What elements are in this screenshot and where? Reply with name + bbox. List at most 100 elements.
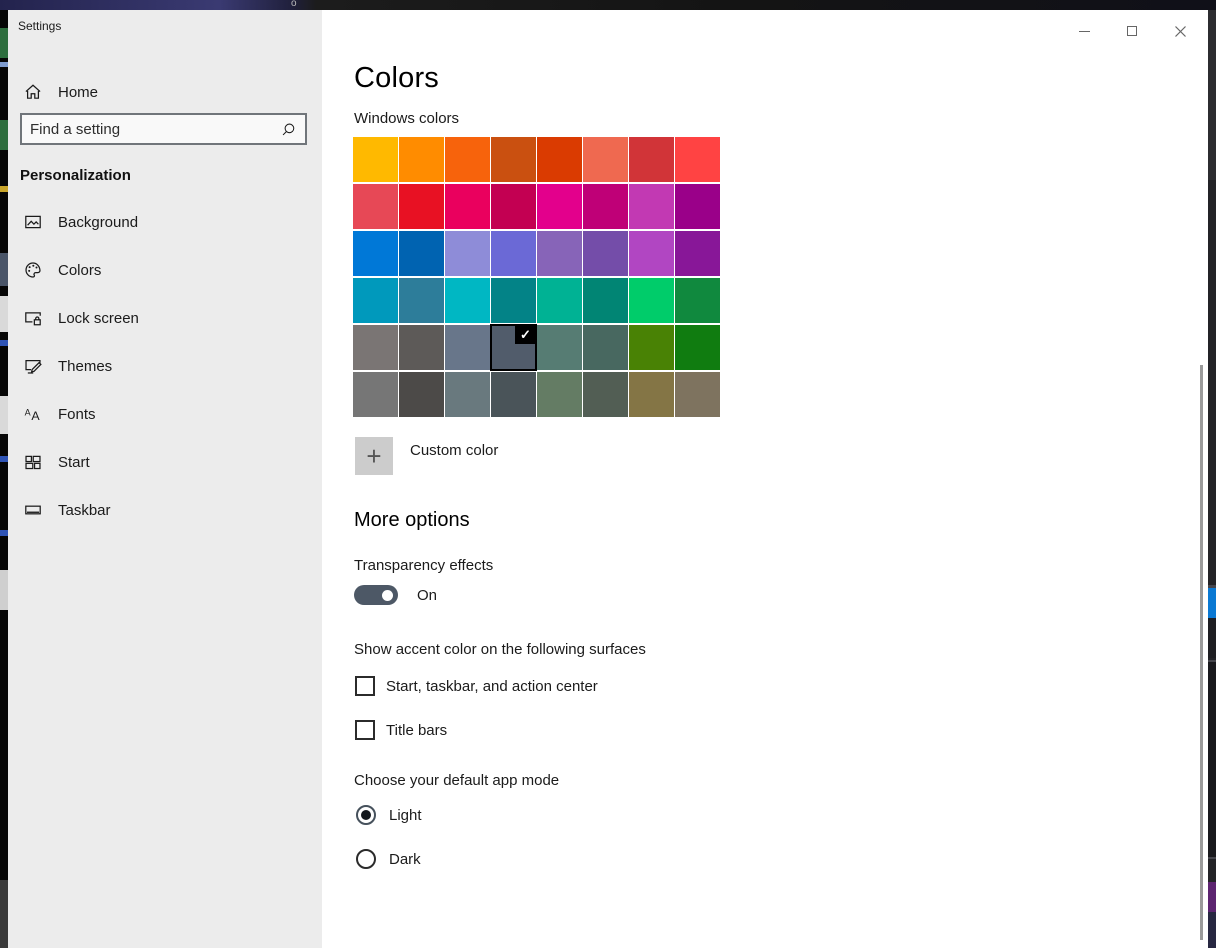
radio-icon[interactable] bbox=[356, 805, 376, 825]
sidebar-item-lock-screen[interactable]: Lock screen bbox=[8, 298, 322, 338]
maximize-button[interactable] bbox=[1118, 20, 1146, 42]
color-swatch[interactable] bbox=[353, 184, 398, 229]
desktop-fragment bbox=[1208, 588, 1216, 618]
color-swatch[interactable] bbox=[537, 137, 582, 182]
color-swatch[interactable] bbox=[629, 278, 674, 323]
custom-color-button[interactable]: + Custom color bbox=[355, 437, 498, 475]
color-swatch[interactable] bbox=[399, 231, 444, 276]
color-swatch[interactable] bbox=[445, 325, 490, 370]
color-swatch[interactable] bbox=[445, 137, 490, 182]
color-swatch[interactable] bbox=[399, 278, 444, 323]
color-swatch[interactable] bbox=[675, 231, 720, 276]
color-swatch[interactable] bbox=[353, 325, 398, 370]
color-swatch[interactable] bbox=[491, 231, 536, 276]
sidebar-item-fonts[interactable]: A A Fonts bbox=[8, 394, 322, 434]
sidebar-item-label: Background bbox=[58, 214, 138, 231]
checkbox-icon[interactable] bbox=[355, 720, 375, 740]
sidebar: Settings Home Personalization bbox=[8, 10, 322, 948]
sidebar-item-label: Start bbox=[58, 454, 90, 471]
desktop-fragment bbox=[0, 62, 8, 67]
main-content: Colors Windows colors ✓ + Custom color M… bbox=[322, 10, 1208, 948]
sidebar-item-start[interactable]: Start bbox=[8, 442, 322, 482]
color-swatch[interactable] bbox=[583, 231, 628, 276]
color-swatch[interactable] bbox=[583, 278, 628, 323]
sidebar-item-colors[interactable]: Colors bbox=[8, 250, 322, 290]
sidebar-item-home[interactable]: Home bbox=[8, 72, 322, 112]
color-swatch[interactable] bbox=[445, 184, 490, 229]
transparency-toggle[interactable] bbox=[354, 585, 398, 605]
themes-icon bbox=[24, 357, 42, 375]
color-swatch[interactable] bbox=[353, 231, 398, 276]
color-swatch[interactable] bbox=[675, 137, 720, 182]
color-swatch[interactable] bbox=[353, 137, 398, 182]
sidebar-item-label: Themes bbox=[58, 358, 112, 375]
settings-window: Settings Home Personalization bbox=[8, 10, 1208, 948]
color-swatch[interactable] bbox=[537, 278, 582, 323]
color-swatch[interactable] bbox=[675, 372, 720, 417]
desktop-fragment bbox=[0, 253, 8, 286]
more-options-header: More options bbox=[354, 509, 470, 532]
color-swatch[interactable] bbox=[445, 231, 490, 276]
sidebar-section-personalization: Personalization bbox=[20, 167, 131, 184]
sidebar-item-background[interactable]: Background bbox=[8, 202, 322, 242]
sidebar-item-label: Home bbox=[58, 84, 98, 101]
window-controls bbox=[1070, 20, 1194, 42]
color-swatch[interactable] bbox=[399, 325, 444, 370]
color-swatch[interactable] bbox=[399, 372, 444, 417]
color-swatch[interactable] bbox=[353, 372, 398, 417]
close-icon bbox=[1175, 26, 1186, 37]
radio-light[interactable]: Light bbox=[356, 805, 422, 825]
color-swatch[interactable] bbox=[583, 325, 628, 370]
search-box[interactable] bbox=[20, 113, 307, 145]
desktop-fragment bbox=[0, 456, 8, 462]
color-swatch[interactable]: ✓ bbox=[491, 325, 536, 370]
color-swatch[interactable] bbox=[675, 184, 720, 229]
color-swatch[interactable] bbox=[629, 137, 674, 182]
page-title: Colors bbox=[354, 62, 439, 95]
sidebar-item-taskbar[interactable]: Taskbar bbox=[8, 490, 322, 530]
search-input[interactable] bbox=[22, 121, 281, 138]
checkbox-icon[interactable] bbox=[355, 676, 375, 696]
checkbox-label: Title bars bbox=[386, 722, 447, 739]
sidebar-item-label: Taskbar bbox=[58, 502, 111, 519]
color-swatch[interactable] bbox=[537, 184, 582, 229]
toggle-state-label: On bbox=[417, 587, 437, 604]
color-swatch[interactable] bbox=[537, 372, 582, 417]
checkbox-start-taskbar-action-center[interactable]: Start, taskbar, and action center bbox=[355, 676, 598, 696]
color-swatch[interactable] bbox=[491, 278, 536, 323]
toggle-knob bbox=[382, 590, 393, 601]
close-button[interactable] bbox=[1166, 20, 1194, 42]
color-swatch[interactable] bbox=[399, 184, 444, 229]
checkbox-title-bars[interactable]: Title bars bbox=[355, 720, 447, 740]
color-swatch[interactable] bbox=[629, 184, 674, 229]
color-swatch[interactable] bbox=[675, 278, 720, 323]
color-swatch[interactable] bbox=[445, 278, 490, 323]
desktop-background-left bbox=[0, 10, 8, 948]
color-swatch[interactable] bbox=[491, 137, 536, 182]
color-swatch[interactable] bbox=[675, 325, 720, 370]
color-swatch[interactable] bbox=[583, 184, 628, 229]
transparency-label: Transparency effects bbox=[354, 557, 493, 574]
color-swatch[interactable] bbox=[537, 231, 582, 276]
color-swatch[interactable] bbox=[583, 137, 628, 182]
minimize-icon bbox=[1079, 31, 1090, 32]
windows-colors-grid: ✓ bbox=[353, 137, 720, 417]
plus-icon[interactable]: + bbox=[355, 437, 393, 475]
sidebar-item-themes[interactable]: Themes bbox=[8, 346, 322, 386]
color-swatch[interactable] bbox=[629, 372, 674, 417]
color-swatch[interactable] bbox=[629, 231, 674, 276]
color-swatch[interactable] bbox=[629, 325, 674, 370]
color-swatch[interactable] bbox=[537, 325, 582, 370]
color-swatch[interactable] bbox=[583, 372, 628, 417]
scrollbar-thumb[interactable] bbox=[1200, 365, 1203, 940]
color-swatch[interactable] bbox=[399, 137, 444, 182]
color-swatch[interactable] bbox=[491, 372, 536, 417]
minimize-button[interactable] bbox=[1070, 20, 1098, 42]
color-swatch[interactable] bbox=[491, 184, 536, 229]
desktop-fragment bbox=[1208, 10, 1216, 180]
color-swatch[interactable] bbox=[353, 278, 398, 323]
radio-dark[interactable]: Dark bbox=[356, 849, 421, 869]
color-swatch[interactable] bbox=[445, 372, 490, 417]
radio-icon[interactable] bbox=[356, 849, 376, 869]
screen: o Settings bbox=[0, 0, 1216, 948]
